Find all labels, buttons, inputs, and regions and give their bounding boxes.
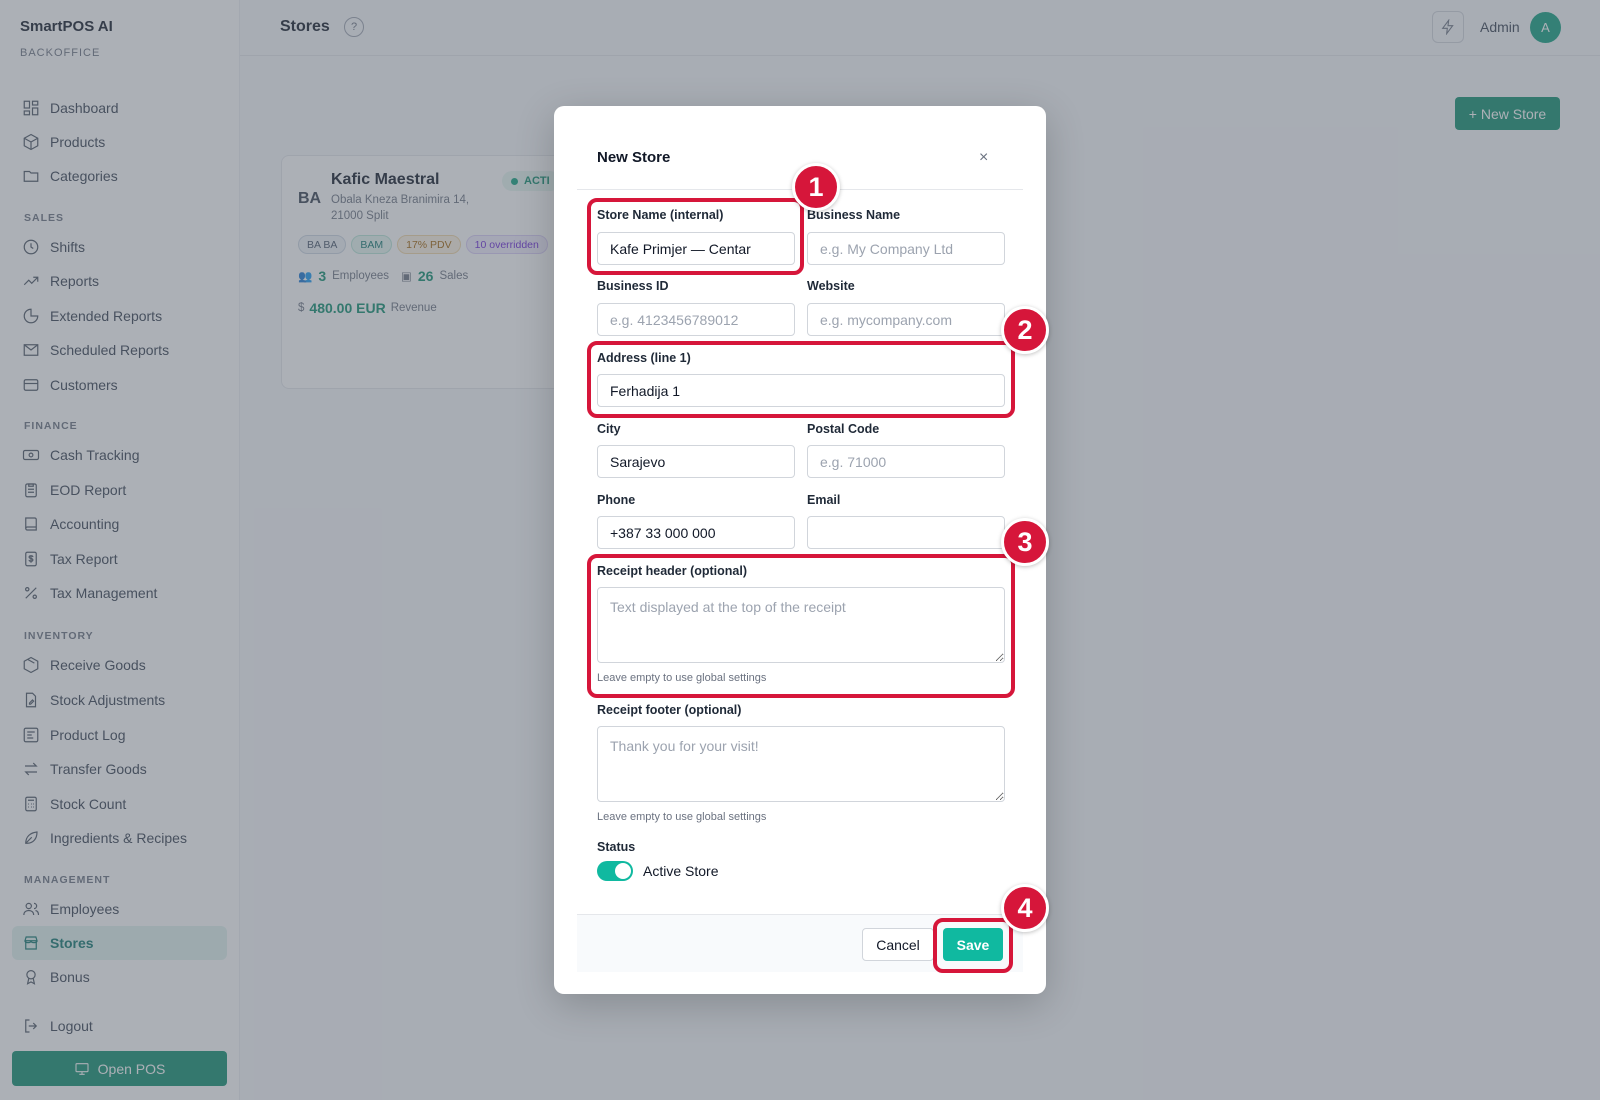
active-store-toggle[interactable] (597, 861, 633, 881)
store-name-input[interactable] (597, 232, 795, 265)
store-name-label: Store Name (internal) (597, 208, 724, 222)
receipt-header-textarea[interactable] (597, 587, 1005, 663)
modal-title: New Store (597, 149, 671, 166)
step-badge-1: 1 (792, 163, 840, 211)
email-input[interactable] (807, 516, 1005, 549)
city-label: City (597, 422, 621, 436)
new-store-modal: New Store × Store Name (internal) Busine… (554, 106, 1046, 994)
city-input[interactable] (597, 445, 795, 478)
close-icon[interactable]: × (979, 149, 988, 167)
email-label: Email (807, 493, 841, 507)
receipt-header-label: Receipt header (optional) (597, 564, 748, 578)
status-label: Status (597, 840, 636, 854)
cancel-button[interactable]: Cancel (862, 928, 934, 961)
postal-code-input[interactable] (807, 445, 1005, 478)
receipt-footer-textarea[interactable] (597, 726, 1005, 802)
receipt-footer-hint: Leave empty to use global settings (597, 811, 767, 823)
business-id-input[interactable] (597, 303, 795, 336)
receipt-footer-label: Receipt footer (optional) (597, 703, 742, 717)
phone-input[interactable] (597, 516, 795, 549)
active-store-label: Active Store (643, 863, 719, 879)
step-badge-2: 2 (1001, 306, 1049, 354)
phone-label: Phone (597, 493, 636, 507)
address-input[interactable] (597, 374, 1005, 407)
website-input[interactable] (807, 303, 1005, 336)
address-label: Address (line 1) (597, 351, 691, 365)
step-badge-3: 3 (1001, 518, 1049, 566)
website-label: Website (807, 279, 855, 293)
postal-code-label: Postal Code (807, 422, 880, 436)
receipt-header-hint: Leave empty to use global settings (597, 672, 767, 684)
save-button[interactable]: Save (943, 928, 1003, 961)
step-badge-4: 4 (1001, 884, 1049, 932)
business-id-label: Business ID (597, 279, 669, 293)
business-name-input[interactable] (807, 232, 1005, 265)
